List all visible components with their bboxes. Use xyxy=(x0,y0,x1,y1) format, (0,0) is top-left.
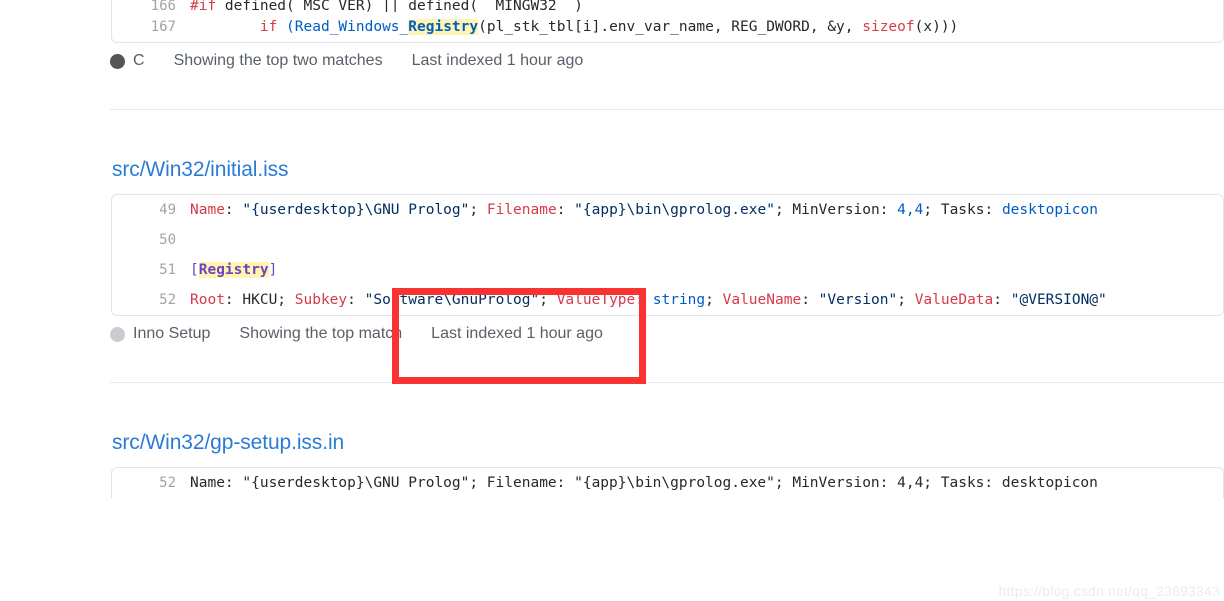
code-line-text: #if defined(_MSC_VER) || defined(__MINGW… xyxy=(190,0,1223,12)
code-token-function-prefix: Read_Windows_ xyxy=(294,19,409,35)
line-number: 167 xyxy=(150,19,176,35)
code-token-text: defined(_MSC_VER) || defined(__MINGW32__… xyxy=(216,0,583,12)
code-token-text: ; xyxy=(469,202,487,219)
code-line[interactable]: 52 Root: HKCU; Subkey: "Software\GnuProl… xyxy=(112,285,1223,315)
result-file-path-link[interactable]: src/Win32/initial.iss xyxy=(0,157,1224,182)
code-token-tail: (x))) xyxy=(914,19,959,35)
code-token-string: "{app}\bin\gprolog.exe" xyxy=(574,202,775,219)
line-number: 52 xyxy=(159,475,176,492)
code-token-paren: ( xyxy=(277,19,295,35)
code-token-text: : HKCU; xyxy=(224,292,295,309)
code-token-text: : xyxy=(224,202,243,219)
code-line[interactable]: 167 if (Read_Windows_Registry(pl_stk_tbl… xyxy=(112,12,1223,42)
code-token-text: ; xyxy=(539,292,557,309)
code-token-keyword-if: if xyxy=(259,19,278,35)
line-number: 166 xyxy=(150,0,176,12)
code-line[interactable]: 166 #if defined(_MSC_VER) || defined(__M… xyxy=(112,0,1223,12)
code-token-key: ValueName xyxy=(722,292,802,309)
match-count-label: Showing the top match xyxy=(239,325,403,343)
search-result-c-file: 166 #if defined(_MSC_VER) || defined(__M… xyxy=(0,0,1224,79)
code-token-string: "{userdesktop}\GNU Prolog" xyxy=(242,202,470,219)
code-token-sizeof: sizeof xyxy=(862,19,915,35)
result-meta-row: Inno Setup Showing the top match Last in… xyxy=(0,316,1224,352)
code-token-key: Filename xyxy=(486,202,557,219)
line-number: 49 xyxy=(159,202,176,219)
code-line-text: Name: "{userdesktop}\GNU Prolog"; Filena… xyxy=(190,195,1223,225)
code-snippet-block[interactable]: 49 Name: "{userdesktop}\GNU Prolog"; Fil… xyxy=(111,194,1224,317)
code-line[interactable]: 52 Name: "{userdesktop}\GNU Prolog"; Fil… xyxy=(112,468,1223,498)
match-count-label: Showing the top two matches xyxy=(173,52,383,69)
code-token-string: "Version" xyxy=(818,292,898,309)
code-token-text: ; MinVersion: xyxy=(774,202,898,219)
code-token-text: : xyxy=(993,292,1011,309)
code-search-match-highlight: Registry xyxy=(198,262,269,279)
code-line-text xyxy=(190,225,1223,255)
search-result-initial-iss: src/Win32/initial.iss 49 Name: "{userdes… xyxy=(0,157,1224,352)
code-line[interactable]: 50 xyxy=(112,225,1223,255)
code-token-args: (pl_stk_tbl[i].env_var_name, REG_DWORD, … xyxy=(478,19,863,35)
code-token-text: : xyxy=(801,292,819,309)
code-line-text: Root: HKCU; Subkey: "Software\GnuProlog"… xyxy=(190,285,1223,315)
code-token-text: ; xyxy=(897,292,915,309)
code-token-text: ; Tasks: xyxy=(923,202,1002,219)
code-token-string-subkey: "Software\GnuProlog" xyxy=(364,292,540,309)
code-token-keyword: #if xyxy=(190,0,217,12)
search-result-gp-setup-iss-in: src/Win32/gp-setup.iss.in 52 Name: "{use… xyxy=(0,430,1224,499)
code-token-text: : xyxy=(635,292,653,309)
code-snippet-block[interactable]: 52 Name: "{userdesktop}\GNU Prolog"; Fil… xyxy=(111,467,1224,499)
code-token-bracket: [ xyxy=(190,262,199,279)
code-token-key: ValueData xyxy=(914,292,994,309)
line-number: 50 xyxy=(159,232,176,249)
code-token-string: "@VERSION@" xyxy=(1010,292,1107,309)
code-token-key: Root xyxy=(190,292,225,309)
language-color-dot xyxy=(110,326,125,342)
code-token-bracket: ] xyxy=(268,262,278,279)
code-line-text: [Registry] xyxy=(190,255,1223,285)
code-line[interactable]: 51 [Registry] xyxy=(112,255,1223,285)
code-line[interactable]: 49 Name: "{userdesktop}\GNU Prolog"; Fil… xyxy=(112,195,1223,225)
line-number: 51 xyxy=(159,262,176,279)
language-color-dot xyxy=(110,53,125,69)
last-indexed-label: Last indexed 1 hour ago xyxy=(431,325,603,343)
code-token-key: ValueType xyxy=(556,292,636,309)
code-search-match-highlight: Registry xyxy=(408,19,479,35)
line-number: 52 xyxy=(159,292,176,309)
code-token-text: : xyxy=(347,292,365,309)
code-token-value: string xyxy=(652,292,706,309)
code-line-text: if (Read_Windows_Registry(pl_stk_tbl[i].… xyxy=(190,12,1223,42)
result-file-path-link[interactable]: src/Win32/gp-setup.iss.in xyxy=(0,430,1224,455)
last-indexed-label: Last indexed 1 hour ago xyxy=(411,52,584,69)
watermark-text: https://blog.csdn.net/qq_23693343 xyxy=(998,583,1220,599)
code-token-key: Subkey xyxy=(294,292,348,309)
code-token-value: desktopicon xyxy=(1001,202,1098,219)
code-snippet-block[interactable]: 166 #if defined(_MSC_VER) || defined(__M… xyxy=(111,0,1224,43)
language-label: Inno Setup xyxy=(133,325,211,343)
language-label: C xyxy=(133,52,145,69)
code-line-text: Name: "{userdesktop}\GNU Prolog"; Filena… xyxy=(190,475,1098,492)
code-token-key: Name xyxy=(190,202,225,219)
code-token-text: ; xyxy=(705,292,723,309)
code-token-text: : xyxy=(556,202,575,219)
code-search-results-page: 166 #if defined(_MSC_VER) || defined(__M… xyxy=(0,0,1224,601)
code-token-number: 4,4 xyxy=(897,202,924,219)
result-meta-row: C Showing the top two matches Last index… xyxy=(0,43,1224,79)
